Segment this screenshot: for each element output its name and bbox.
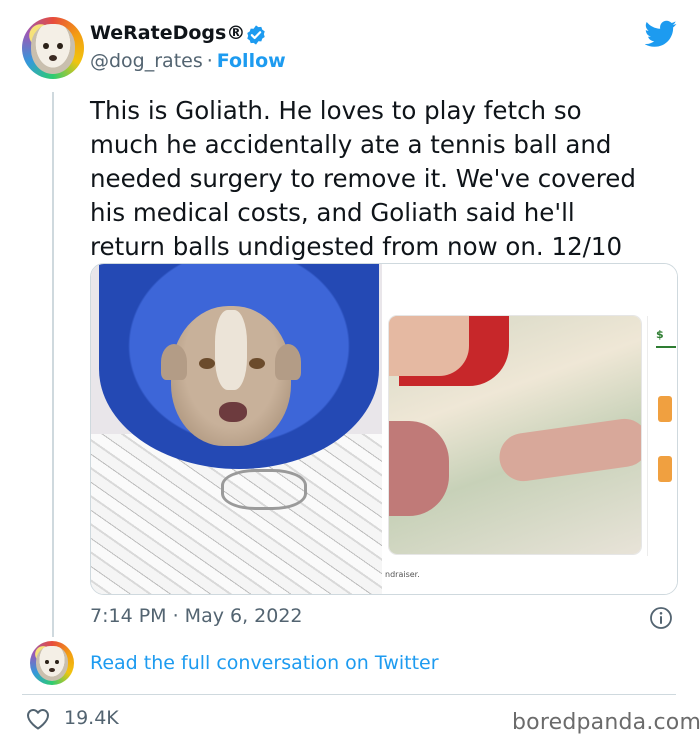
info-icon[interactable] [649,606,673,630]
photo-side-panel: $ [647,316,677,556]
handle-separator: · [206,50,213,72]
photo-dog-in-cone[interactable] [91,264,382,594]
avatar-eye-right [57,43,63,50]
avatar-dog-face [30,24,76,75]
follow-button[interactable]: Follow [217,50,286,72]
photo-orange-bar-2 [658,456,672,482]
photo-dog-surgery [389,316,641,554]
boredpanda-watermark: boredpanda.com [512,710,700,735]
author-handle-row: @dog_rates · Follow [90,50,286,72]
avatar-small-eye-left [45,659,49,664]
photo-dog-muzzle [389,421,449,516]
photo-dog-ear-left [161,344,187,380]
photo-iv-tube [221,469,307,510]
author-avatar[interactable] [22,17,84,79]
photo-dog-nose [219,402,247,422]
thread-line [52,92,54,637]
photo-dog-eye-right [249,358,265,369]
avatar-small-nose [49,668,56,673]
photo-dog-eye-left [199,358,215,369]
photo-dollar-glyph: $ [656,328,664,341]
photo-dog-ear-right [275,344,301,380]
photo-hand [389,316,469,376]
verified-badge-icon [247,25,265,45]
photo-orange-bar-1 [658,396,672,422]
tweet-text: This is Goliath. He loves to play fetch … [90,96,636,261]
photo-fundraiser-screenshot[interactable]: $ ndraiser. [385,264,677,594]
photo-dog-leg [496,415,641,485]
footer-divider [22,694,676,695]
avatar-dog-face-small [36,646,68,682]
tweet-timestamp[interactable]: 7:14 PM · May 6, 2022 [90,605,303,627]
heart-icon[interactable] [26,708,50,730]
photo-fundraiser-caption: ndraiser. [385,570,420,579]
avatar-eye-left [43,43,49,50]
tweet-media[interactable]: $ ndraiser. [90,263,678,595]
avatar-small-eye-right [55,659,59,664]
photo-progress-line [656,346,676,348]
conversation-avatar [30,641,74,685]
author-handle[interactable]: @dog_rates [90,50,203,72]
like-count: 19.4K [64,707,119,729]
photo-dog-head [161,306,301,446]
avatar-nose [49,55,58,62]
read-conversation-link[interactable]: Read the full conversation on Twitter [90,652,439,674]
author-display-name[interactable]: WeRateDogs® [90,22,245,44]
twitter-bird-icon[interactable] [645,20,677,48]
